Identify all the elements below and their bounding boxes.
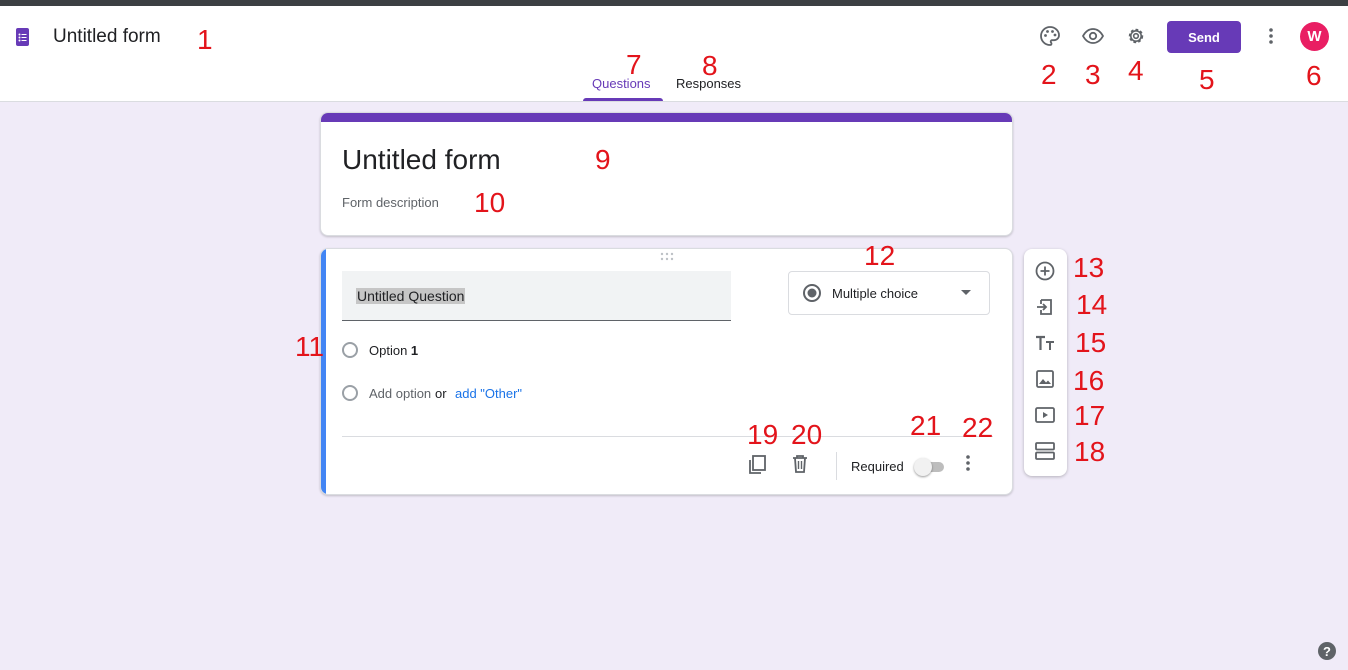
annotation-20: 20 xyxy=(791,419,823,450)
question-type-dropdown[interactable]: Multiple choice xyxy=(788,271,990,315)
annotation-4: 4 xyxy=(1128,55,1144,86)
add-image-icon[interactable] xyxy=(1034,368,1056,390)
option-1-prefix: Option xyxy=(369,343,411,358)
delete-trash-icon[interactable] xyxy=(789,453,811,475)
annotation-5: 5 xyxy=(1199,64,1215,95)
help-icon[interactable]: ? xyxy=(1318,642,1336,660)
annotation-9: 9 xyxy=(595,144,611,175)
duplicate-icon[interactable] xyxy=(746,453,768,475)
send-button[interactable]: Send xyxy=(1167,21,1241,53)
form-description-input[interactable]: Form description xyxy=(342,195,439,210)
annotation-22: 22 xyxy=(962,412,994,443)
toggle-knob xyxy=(914,458,932,476)
option-1-input[interactable]: Option 1 xyxy=(369,343,418,358)
annotation-8: 8 xyxy=(702,50,718,81)
form-title-card: Untitled form Form description xyxy=(320,112,1013,236)
add-video-icon[interactable] xyxy=(1034,404,1056,426)
question-title-input[interactable]: Untitled Question xyxy=(342,271,731,321)
add-option-link[interactable]: Add option xyxy=(369,386,431,401)
add-question-icon[interactable] xyxy=(1034,260,1056,282)
question-title-text: Untitled Question xyxy=(356,288,466,304)
doc-title[interactable]: Untitled form xyxy=(53,26,161,48)
annotation-21: 21 xyxy=(910,410,942,441)
annotation-14: 14 xyxy=(1076,289,1108,320)
question-type-label: Multiple choice xyxy=(832,286,918,301)
question-active-bar xyxy=(321,249,326,494)
question-card[interactable]: Untitled Question Multiple choice Option… xyxy=(320,248,1013,495)
radio-button-icon xyxy=(803,284,821,302)
option-1-number: 1 xyxy=(410,343,419,358)
active-tab-indicator xyxy=(583,98,663,101)
annotation-15: 15 xyxy=(1075,327,1107,358)
annotation-19: 19 xyxy=(747,419,779,450)
annotation-6: 6 xyxy=(1306,60,1322,91)
add-title-icon[interactable] xyxy=(1034,332,1056,354)
annotation-2: 2 xyxy=(1041,59,1057,90)
annotation-12: 12 xyxy=(864,240,896,271)
forms-logo-icon[interactable] xyxy=(14,28,31,46)
annotation-18: 18 xyxy=(1074,436,1106,467)
add-option-radio-icon xyxy=(342,385,358,401)
annotation-13: 13 xyxy=(1073,252,1105,283)
account-avatar[interactable]: W xyxy=(1300,22,1329,51)
or-label: or xyxy=(435,386,447,401)
annotation-17: 17 xyxy=(1074,400,1106,431)
option-radio-icon xyxy=(342,342,358,358)
annotation-10: 10 xyxy=(474,187,506,218)
required-toggle[interactable] xyxy=(914,457,948,477)
import-questions-icon[interactable] xyxy=(1034,296,1056,318)
title-card-accent-bar xyxy=(321,113,1012,122)
add-other-link[interactable]: add "Other" xyxy=(455,386,522,401)
add-section-icon[interactable] xyxy=(1034,440,1056,462)
footer-separator xyxy=(836,452,837,480)
form-title-input[interactable]: Untitled form xyxy=(342,144,501,176)
side-toolbar xyxy=(1024,249,1067,476)
annotation-16: 16 xyxy=(1073,365,1105,396)
settings-gear-icon[interactable] xyxy=(1124,24,1148,48)
annotation-7: 7 xyxy=(626,49,642,80)
chevron-down-icon xyxy=(961,290,971,295)
tab-questions[interactable]: Questions xyxy=(592,76,651,91)
drag-handle-icon[interactable] xyxy=(659,252,675,262)
question-footer-divider xyxy=(342,436,993,437)
annotation-11: 11 xyxy=(295,331,325,362)
palette-icon[interactable] xyxy=(1038,24,1062,48)
more-options-icon[interactable] xyxy=(957,452,979,474)
annotation-3: 3 xyxy=(1085,59,1101,90)
more-vert-icon[interactable] xyxy=(1259,24,1283,48)
annotation-1: 1 xyxy=(197,24,213,55)
preview-eye-icon[interactable] xyxy=(1081,24,1105,48)
required-label: Required xyxy=(851,459,904,474)
